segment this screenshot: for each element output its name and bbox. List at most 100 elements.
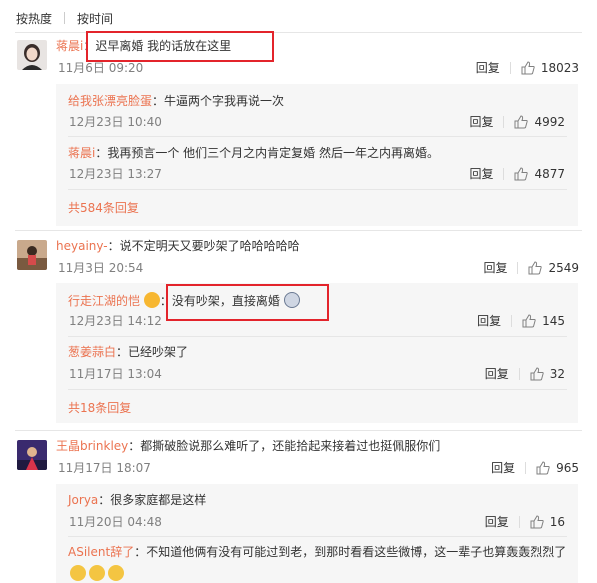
divider	[525, 462, 527, 474]
divider	[68, 536, 567, 537]
divider	[68, 189, 567, 190]
reply-username[interactable]: 行走江湖的恺	[68, 294, 140, 308]
reply-username[interactable]: 给我张漂亮脸蛋	[68, 94, 152, 108]
reply-username[interactable]: 蒋晨i	[68, 146, 95, 160]
divider	[509, 62, 511, 74]
reply-button[interactable]: 回复	[477, 313, 501, 329]
comment-actions: 回复 2549	[483, 260, 579, 276]
divider	[68, 389, 567, 390]
like-button[interactable]: 18023	[521, 60, 579, 76]
comment-username[interactable]: 王晶brinkley	[56, 439, 128, 453]
reply-button[interactable]: 回复	[483, 260, 507, 276]
thumbs-up-icon	[530, 367, 544, 381]
doge-emoji-icon	[89, 565, 105, 581]
reply-time: 12月23日 10:40	[69, 115, 162, 129]
reply-username[interactable]: 葱姜蒜白	[68, 345, 116, 359]
divider	[15, 430, 582, 431]
reply-time: 11月20日 04:48	[69, 515, 162, 529]
reply-time: 12月23日 13:27	[69, 167, 162, 181]
reply-time: 12月23日 14:12	[69, 314, 162, 328]
reply-content: ：我再预言一个 他们三个月之内肯定复婚 然后一年之内再离婚。	[95, 146, 439, 160]
thumbs-up-icon	[514, 115, 529, 129]
divider	[503, 116, 505, 128]
reply-button[interactable]: 回复	[469, 166, 493, 182]
divider	[517, 262, 519, 274]
reply-text: Jorya：很多家庭都是这样	[68, 492, 206, 508]
like-button[interactable]: 32	[530, 366, 565, 382]
reply-username[interactable]: ASilent辞了	[68, 545, 134, 559]
like-button[interactable]: 16	[530, 514, 565, 530]
reply-button[interactable]: 回复	[485, 514, 509, 530]
reply-button[interactable]: 回复	[476, 60, 500, 76]
reply-button[interactable]: 回复	[491, 460, 515, 476]
comment-username[interactable]: heyainy-	[56, 239, 108, 253]
divider	[503, 168, 505, 180]
reply-text: ASilent辞了：不知道他俩有没有可能过到老，到那时看看这些微博，这一辈子也算…	[68, 544, 566, 560]
reply-button[interactable]: 回复	[485, 366, 509, 382]
reply-actions: 回复 4877	[469, 166, 565, 182]
thumbs-up-icon	[521, 61, 535, 75]
like-count: 32	[549, 367, 565, 381]
more-replies-link[interactable]: 共584条回复	[68, 200, 139, 216]
reply-button[interactable]: 回复	[469, 114, 493, 130]
reply-text: 蒋晨i：我再预言一个 他们三个月之内肯定复婚 然后一年之内再离婚。	[68, 145, 439, 161]
reply-text: 葱姜蒜白：已经吵架了	[68, 344, 188, 360]
like-count: 965	[556, 461, 579, 475]
like-button[interactable]: 2549	[528, 260, 579, 276]
like-button[interactable]: 4992	[514, 114, 565, 130]
highlight-box	[86, 31, 274, 62]
like-count: 2549	[548, 261, 579, 275]
doge-emoji-icon	[70, 565, 86, 581]
doge-emoji-icon	[108, 565, 124, 581]
sort-bar: 按热度 按时间	[16, 8, 113, 28]
divider	[64, 12, 66, 24]
reply-content: ：已经吵架了	[116, 345, 189, 359]
comment-username[interactable]: 蒋晨i	[56, 39, 83, 53]
reply-content: ：不知道他俩有没有可能过到老，到那时看看这些微博，这一辈子也算轰轰烈烈了	[134, 545, 567, 559]
comment-content: ：说不定明天又要吵架了哈哈哈哈哈	[107, 239, 300, 253]
comment-time: 11月6日 09:20	[58, 61, 144, 75]
reply-time: 11月17日 13:04	[69, 367, 162, 381]
comment-text: 王晶brinkley：都撕破脸说那么难听了，还能拾起来接着过也挺佩服你们	[56, 438, 440, 454]
like-count: 4877	[534, 167, 565, 181]
divider	[511, 315, 513, 327]
like-button[interactable]: 4877	[514, 166, 565, 182]
more-replies-link[interactable]: 共18条回复	[68, 400, 131, 416]
divider	[68, 336, 567, 337]
sort-by-time[interactable]: 按时间	[77, 10, 113, 27]
reply-content: ：很多家庭都是这样	[98, 493, 207, 507]
reply-actions: 回复 16	[485, 514, 565, 530]
highlight-box	[166, 284, 329, 321]
vip-badge-icon	[143, 292, 160, 308]
reply-content: ：牛逼两个字我再说一次	[152, 94, 285, 108]
divider	[68, 136, 567, 137]
comment-actions: 回复 18023	[476, 60, 579, 76]
reply-text: 给我张漂亮脸蛋：牛逼两个字我再说一次	[68, 93, 284, 109]
thumbs-up-icon	[528, 261, 543, 275]
avatar[interactable]	[17, 440, 47, 470]
like-button[interactable]: 965	[536, 460, 579, 476]
comment-content: ：都撕破脸说那么难听了，还能拾起来接着过也挺佩服你们	[128, 439, 441, 453]
reply-username[interactable]: Jorya	[68, 493, 98, 507]
divider	[518, 368, 520, 380]
like-count: 18023	[540, 61, 579, 75]
comment-time: 11月3日 20:54	[58, 261, 144, 275]
thumbs-up-icon	[514, 167, 529, 181]
thumbs-up-icon	[522, 314, 536, 328]
thumbs-up-icon	[530, 515, 544, 529]
thumbs-up-icon	[536, 461, 550, 475]
reply-actions: 回复 145	[477, 313, 565, 329]
divider	[518, 516, 520, 528]
reply-actions: 回复 32	[485, 366, 565, 382]
reply-actions: 回复 4992	[469, 114, 565, 130]
divider	[15, 230, 582, 231]
emoji-row	[70, 565, 124, 581]
comment-text: heyainy-：说不定明天又要吵架了哈哈哈哈哈	[56, 238, 300, 254]
comment-actions: 回复 965	[491, 460, 579, 476]
like-count: 16	[549, 515, 565, 529]
like-count: 145	[542, 314, 565, 328]
like-button[interactable]: 145	[522, 313, 565, 329]
sort-by-hot[interactable]: 按热度	[16, 10, 52, 27]
avatar[interactable]	[17, 240, 47, 270]
avatar[interactable]	[17, 40, 47, 70]
